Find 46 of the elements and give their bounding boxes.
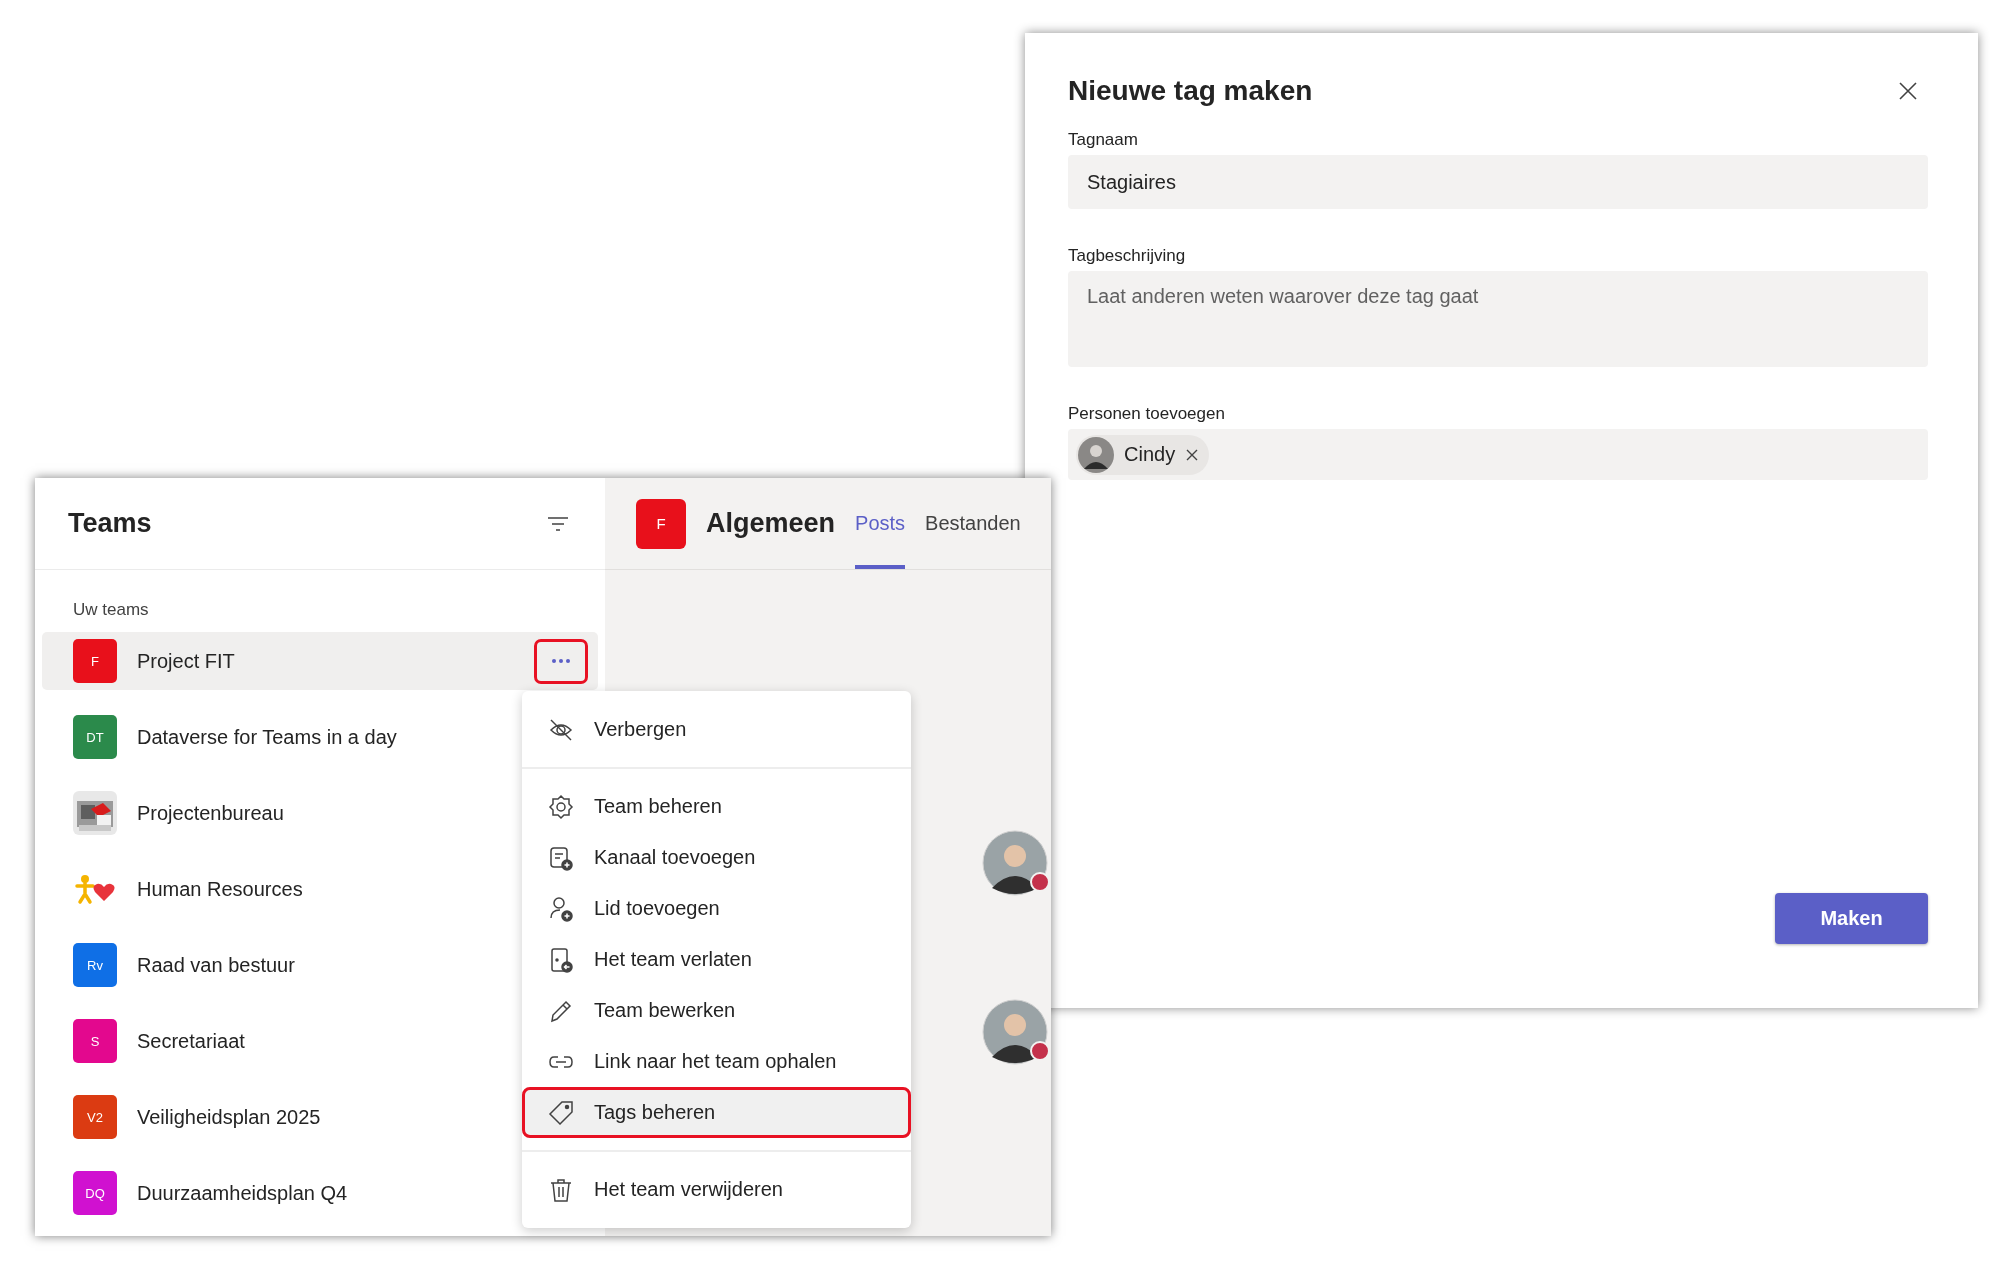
menu-item[interactable]: Het team verwijderen <box>522 1164 911 1215</box>
people-field[interactable]: Cindy <box>1068 429 1928 480</box>
menu-item[interactable]: Tags beheren <box>522 1087 911 1138</box>
avatar-icon <box>1078 436 1114 473</box>
textarea-field[interactable]: Laat anderen weten waarover deze tag gaat <box>1068 271 1928 367</box>
create-button[interactable]: Maken <box>1775 893 1928 944</box>
panel-title: Teams <box>68 508 152 539</box>
person-add-icon <box>548 895 574 922</box>
team-avatar: V2 <box>73 1095 117 1139</box>
person-chip[interactable]: Cindy <box>1076 434 1210 475</box>
tag-icon <box>548 1099 574 1126</box>
field-label: Personen toevoegen <box>1068 403 1225 425</box>
filter-icon[interactable] <box>547 515 569 532</box>
avatar-icon <box>982 999 1048 1065</box>
gear-icon <box>548 793 574 820</box>
more-icon <box>551 658 571 664</box>
section-heading: Uw teams <box>73 600 149 620</box>
team-avatar: Rv <box>73 943 117 987</box>
field-label: Tagnaam <box>1068 129 1138 151</box>
leave-icon <box>548 946 574 973</box>
tab[interactable]: Posts <box>855 478 906 569</box>
tab[interactable]: Bestanden <box>925 478 1021 569</box>
menu-item[interactable]: Kanaal toevoegen <box>522 832 911 883</box>
channel-add-icon <box>548 844 574 871</box>
menu-item[interactable]: Verbergen <box>522 704 911 755</box>
menu-item[interactable]: Lid toevoegen <box>522 883 911 934</box>
close-icon[interactable] <box>1898 81 1918 101</box>
menu-item[interactable]: Team beheren <box>522 781 911 832</box>
input-field[interactable]: Stagiaires <box>1068 155 1928 209</box>
remove-icon[interactable] <box>1185 447 1200 462</box>
more-options-button[interactable] <box>534 638 588 684</box>
team-item[interactable]: F Project FIT <box>42 632 598 690</box>
team-avatar: DT <box>73 715 117 759</box>
team-avatar: DQ <box>73 1171 117 1215</box>
avatar-icon <box>982 830 1048 896</box>
trash-icon <box>548 1176 574 1203</box>
dialog-title: Nieuwe tag maken <box>1068 75 1313 107</box>
menu-item[interactable]: Het team verlaten <box>522 934 911 985</box>
menu-item[interactable]: Team bewerken <box>522 985 911 1036</box>
field-label: Tagbeschrijving <box>1068 245 1186 267</box>
team-avatar: S <box>73 1019 117 1063</box>
team-avatar: F <box>636 498 686 549</box>
eye-off-icon <box>548 716 574 743</box>
team-avatar: F <box>73 639 117 683</box>
channel-title: Algemeen <box>706 508 836 539</box>
menu-item[interactable]: Link naar het team ophalen <box>522 1036 911 1087</box>
